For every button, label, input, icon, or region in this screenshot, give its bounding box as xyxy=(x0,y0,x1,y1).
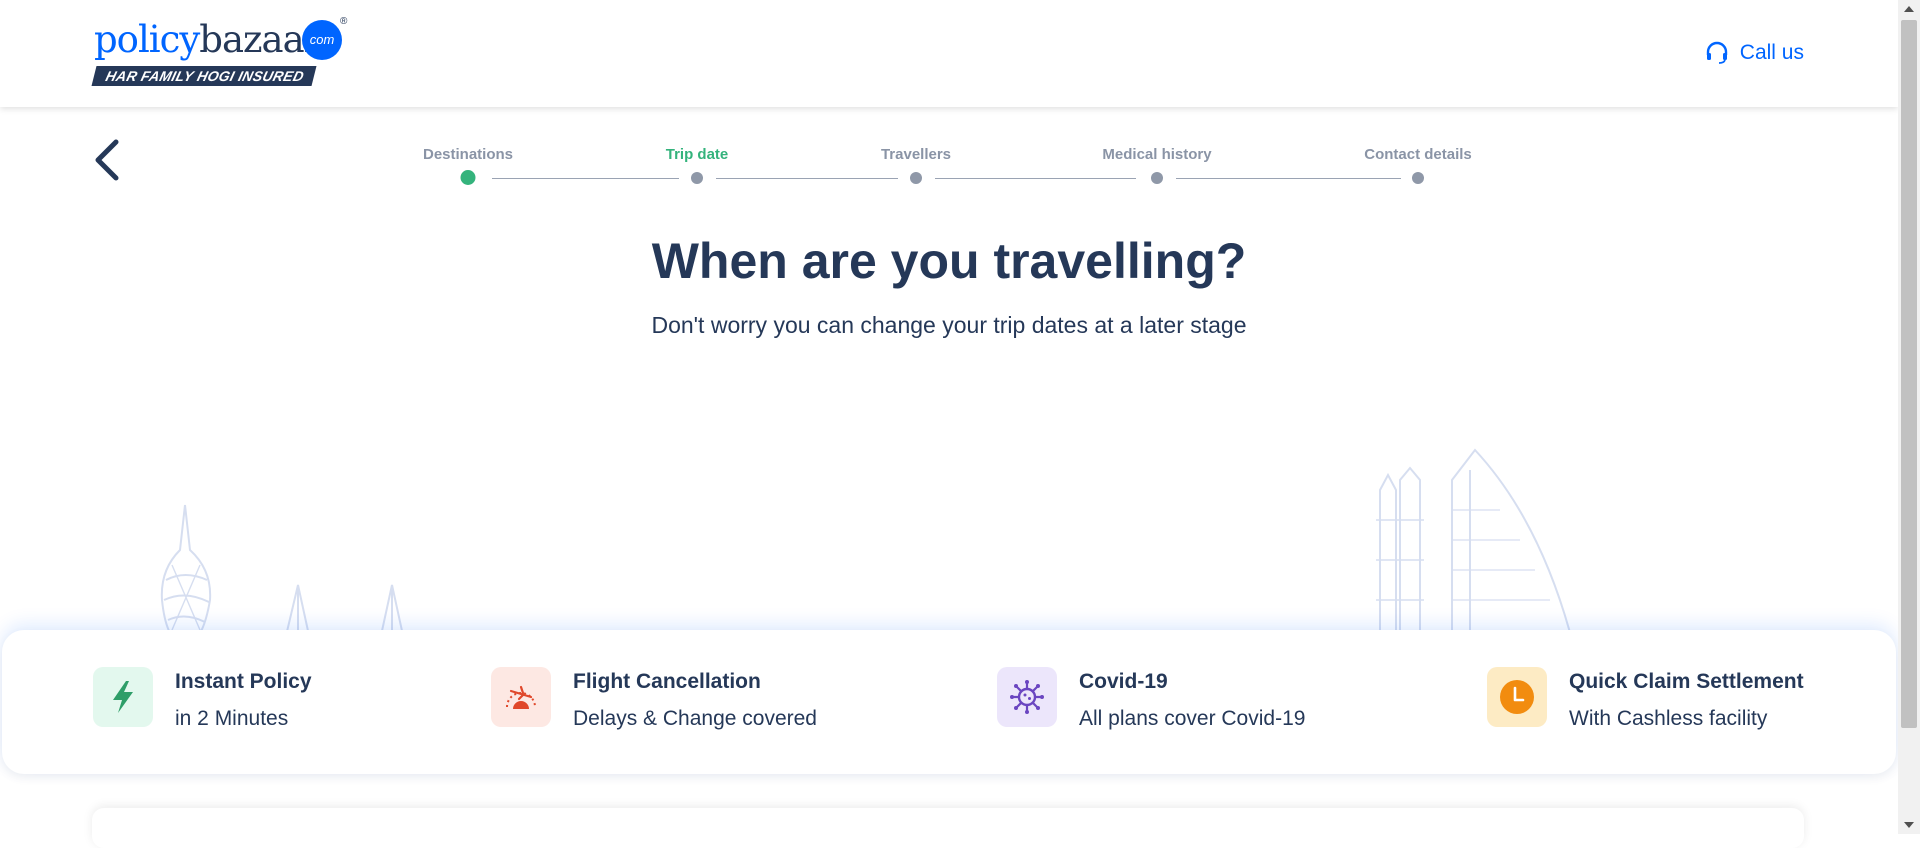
page-scrollbar[interactable] xyxy=(1898,0,1920,834)
scroll-up-arrow-icon[interactable] xyxy=(1904,6,1914,12)
policybazaar-logo[interactable]: policybazaar com ® HAR FAMILY HOGI INSUR… xyxy=(91,16,352,88)
step-contact-details-dot xyxy=(1412,172,1424,184)
progress-stepper: Destinations Trip date Travellers Medica… xyxy=(0,140,1898,200)
step-travellers-label[interactable]: Travellers xyxy=(881,146,951,163)
feature-subtitle: With Cashless facility xyxy=(1569,707,1768,730)
feature-title: Instant Policy xyxy=(175,670,312,693)
logo-wordmark: policybazaar xyxy=(94,18,321,61)
logo-tagline: HAR FAMILY HOGI INSURED xyxy=(91,66,317,86)
step-destinations-label[interactable]: Destinations xyxy=(423,146,513,163)
features-bar: Instant Policy in 2 Minutes Flight Cance… xyxy=(2,630,1896,774)
headset-icon xyxy=(1706,41,1727,64)
step-medical-history-dot xyxy=(1151,172,1163,184)
feature-subtitle: All plans cover Covid-19 xyxy=(1079,707,1306,730)
feature-covid-19: Covid-19 All plans cover Covid-19 xyxy=(997,667,1305,732)
step-connector xyxy=(492,178,679,179)
step-contact-details-label[interactable]: Contact details xyxy=(1364,146,1472,163)
feature-instant-policy: Instant Policy in 2 Minutes xyxy=(93,667,312,732)
scroll-down-arrow-icon[interactable] xyxy=(1904,822,1914,828)
lightning-icon xyxy=(93,667,153,727)
feature-title: Covid-19 xyxy=(1079,670,1168,693)
call-us-button[interactable]: Call us xyxy=(1704,40,1804,66)
feature-flight-cancellation: Flight Cancellation Delays & Change cove… xyxy=(491,667,817,732)
feature-title: Quick Claim Settlement xyxy=(1569,670,1804,693)
logo-registered-mark: ® xyxy=(340,16,348,27)
feature-quick-claim-settlement: Quick Claim Settlement With Cashless fac… xyxy=(1487,667,1804,732)
call-us-label: Call us xyxy=(1739,41,1804,64)
scrollbar-thumb[interactable] xyxy=(1901,20,1917,728)
step-destinations-dot xyxy=(460,170,476,185)
logo-com-badge: com xyxy=(302,20,342,60)
skyline-illustration xyxy=(160,448,1571,630)
feature-subtitle: in 2 Minutes xyxy=(175,707,289,730)
feature-title: Flight Cancellation xyxy=(573,670,761,693)
site-header: policybazaar com ® HAR FAMILY HOGI INSUR… xyxy=(0,0,1898,107)
date-picker-card[interactable] xyxy=(92,808,1804,848)
clock-icon xyxy=(1487,667,1547,727)
step-connector xyxy=(716,178,898,179)
step-connector xyxy=(1176,178,1401,179)
step-trip-date-dot xyxy=(691,172,703,184)
virus-icon xyxy=(997,667,1057,727)
feature-subtitle: Delays & Change covered xyxy=(573,707,817,730)
step-trip-date-label[interactable]: Trip date xyxy=(666,146,729,163)
page-title: When are you travelling? xyxy=(651,233,1247,289)
step-travellers-dot xyxy=(910,172,922,184)
step-connector xyxy=(935,178,1136,179)
step-medical-history-label[interactable]: Medical history xyxy=(1102,146,1211,163)
flight-cancel-icon xyxy=(491,667,551,727)
page-subtitle: Don't worry you can change your trip dat… xyxy=(651,312,1247,338)
